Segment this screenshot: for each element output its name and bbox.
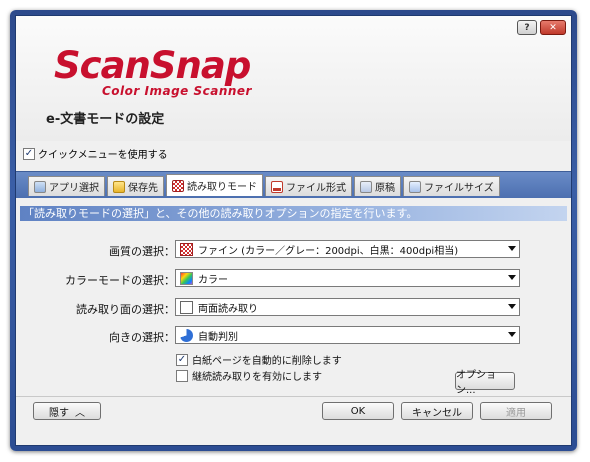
ok-button[interactable]: OK xyxy=(322,402,394,420)
scan-side-value: 両面読み取り xyxy=(198,303,258,315)
quick-menu-label: クイックメニューを使用する xyxy=(38,150,168,161)
tab-label: ファイルサイズ xyxy=(424,183,494,194)
scansnap-logo: ScanSnap Color Image Scanner xyxy=(54,46,294,108)
tab-file-format[interactable]: ファイル形式 xyxy=(265,176,352,196)
color-mode-value: カラー xyxy=(198,274,228,286)
blank-page-label: 白紙ページを自動的に削除します xyxy=(192,356,342,367)
document-icon xyxy=(360,180,372,193)
chevron-down-icon xyxy=(508,332,516,337)
title-bar-buttons: ? ✕ xyxy=(517,20,566,35)
footer-divider xyxy=(16,396,571,397)
chevron-down-icon xyxy=(508,275,516,280)
tab-label: ファイル形式 xyxy=(286,183,346,194)
tab-label: アプリ選択 xyxy=(49,183,99,194)
chevron-down-icon xyxy=(508,304,516,309)
cancel-button[interactable]: キャンセル xyxy=(401,402,473,420)
continuous-scan-checkbox[interactable] xyxy=(176,369,188,382)
quick-menu-row[interactable]: ✓ クイックメニューを使用する xyxy=(23,146,168,161)
orientation-value: 自動判別 xyxy=(198,331,238,343)
pdf-icon xyxy=(271,180,283,193)
app-icon xyxy=(34,180,46,193)
tab-bar: アプリ選択 保存先 読み取りモード ファイル形式 原稿 ファイルサイズ xyxy=(16,171,571,198)
file-size-icon xyxy=(409,180,421,193)
continuous-scan-option[interactable]: 継続読み取りを有効にします xyxy=(176,368,322,383)
quality-value: ファイン (カラー／グレー：200dpi、白黒：400dpi相当) xyxy=(198,245,459,257)
fine-quality-icon xyxy=(180,242,193,256)
tab-document[interactable]: 原稿 xyxy=(354,176,401,196)
tab-label: 原稿 xyxy=(375,183,395,194)
window-frame: ScanSnap Color Image Scanner e-文書モードの設定 … xyxy=(10,10,577,451)
quick-menu-checkbox[interactable]: ✓ xyxy=(23,147,35,160)
orientation-select[interactable]: 自動判別 xyxy=(175,326,520,344)
option-button[interactable]: オプション... xyxy=(455,370,515,396)
blank-page-checkbox[interactable]: ✓ xyxy=(176,353,188,366)
color-palette-icon xyxy=(180,271,193,285)
description-banner: 「読み取りモードの選択」と、その他の読み取りオプションの指定を行います。 xyxy=(20,206,567,221)
scan-side-select[interactable]: 両面読み取り xyxy=(175,298,520,316)
folder-icon xyxy=(113,180,125,193)
settings-dialog: ScanSnap Color Image Scanner e-文書モードの設定 … xyxy=(15,15,572,446)
quality-select[interactable]: ファイン (カラー／グレー：200dpi、白黒：400dpi相当) xyxy=(175,240,520,258)
hide-label: 隠す xyxy=(49,407,69,419)
rotate-icon xyxy=(180,328,193,342)
logo-sub-text: Color Image Scanner xyxy=(102,84,252,98)
help-button[interactable]: ? xyxy=(517,20,537,35)
color-mode-label: カラーモードの選択： xyxy=(65,274,175,287)
page-title: e-文書モードの設定 xyxy=(46,112,165,127)
tab-label: 読み取りモード xyxy=(187,182,257,193)
tab-app-select[interactable]: アプリ選択 xyxy=(28,176,105,196)
orientation-label: 向きの選択： xyxy=(109,331,175,344)
scan-mode-icon xyxy=(172,179,184,192)
chevron-down-icon xyxy=(508,246,516,251)
tab-save-location[interactable]: 保存先 xyxy=(107,176,164,196)
chevron-up-icon: ︿ xyxy=(75,407,85,419)
close-button[interactable]: ✕ xyxy=(540,20,566,35)
logo-main-text: ScanSnap xyxy=(54,44,251,87)
blank-page-option[interactable]: ✓ 白紙ページを自動的に削除します xyxy=(176,352,342,367)
color-mode-select[interactable]: カラー xyxy=(175,269,520,287)
apply-button[interactable]: 適用 xyxy=(480,402,552,420)
dialog-header: ScanSnap Color Image Scanner e-文書モードの設定 xyxy=(16,16,571,141)
tab-scan-mode[interactable]: 読み取りモード xyxy=(166,174,263,196)
continuous-scan-label: 継続読み取りを有効にします xyxy=(192,372,322,383)
quality-label: 画質の選択： xyxy=(109,245,175,258)
scan-side-label: 読み取り面の選択： xyxy=(76,303,175,316)
hide-button[interactable]: 隠す ︿ xyxy=(33,402,101,420)
tab-label: 保存先 xyxy=(128,183,158,194)
tab-file-size[interactable]: ファイルサイズ xyxy=(403,176,500,196)
duplex-page-icon xyxy=(180,300,193,314)
